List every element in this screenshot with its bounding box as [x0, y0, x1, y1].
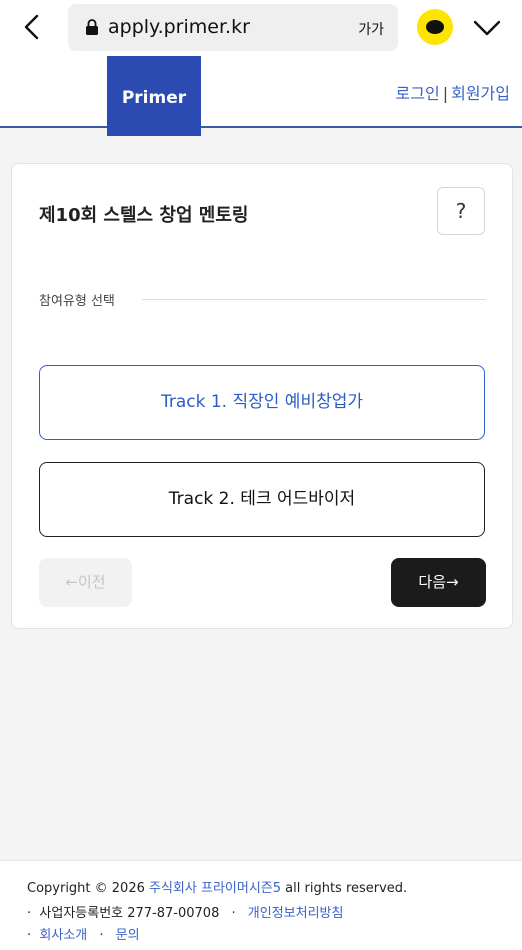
track-1-button[interactable]: Track 1. 직장인 예비창업가 — [39, 365, 485, 440]
address-bar[interactable]: apply.primer.kr 가가 — [68, 4, 398, 51]
lock-icon — [85, 19, 99, 35]
auth-links: 로그인 | 회원가입 — [396, 80, 510, 104]
section-divider — [142, 299, 486, 300]
auth-separator: | — [442, 84, 449, 103]
login-link[interactable]: 로그인 — [396, 84, 440, 103]
bullet: · — [27, 928, 32, 943]
signup-link[interactable]: 회원가입 — [451, 84, 510, 103]
bullet: · — [99, 928, 104, 943]
business-number: 사업자등록번호 277-87-00708 — [39, 906, 220, 921]
contact-link[interactable]: 문의 — [116, 928, 140, 943]
footer: Copyright © 2026 주식회사 프라이머시즌5 all rights… — [0, 860, 522, 950]
copyright-prefix: Copyright © 2026 — [27, 881, 145, 896]
site-header: Primer 로그인 | 회원가입 — [0, 56, 522, 136]
url-text: apply.primer.kr — [108, 16, 250, 38]
bullet: · — [231, 906, 236, 921]
company-link[interactable]: 주식회사 프라이머시즌5 — [149, 881, 281, 896]
copyright-line: Copyright © 2026 주식회사 프라이머시즌5 all rights… — [27, 877, 407, 896]
footer-links-line: · 회사소개 · 문의 — [27, 924, 140, 943]
back-arrow-icon[interactable] — [18, 12, 48, 42]
browser-toolbar: apply.primer.kr 가가 — [0, 0, 522, 56]
business-info-line: · 사업자등록번호 277-87-00708 · 개인정보처리방침 — [27, 902, 343, 921]
bullet: · — [27, 906, 32, 921]
next-button[interactable]: 다음→ — [391, 558, 486, 607]
program-title: 제10회 스텔스 창업 멘토링 — [39, 205, 249, 226]
participation-type-label: 참여유형 선택 — [39, 294, 115, 309]
application-card: 제10회 스텔스 창업 멘토링 ? 참여유형 선택 Track 1. 직장인 예… — [11, 163, 513, 629]
chevron-down-icon[interactable] — [470, 13, 504, 43]
about-link[interactable]: 회사소개 — [39, 928, 87, 943]
prev-button[interactable]: ←이전 — [39, 558, 132, 607]
primer-logo[interactable]: Primer — [107, 56, 201, 136]
copyright-suffix: all rights reserved. — [285, 881, 408, 896]
help-button[interactable]: ? — [437, 187, 485, 235]
track-2-button[interactable]: Track 2. 테크 어드바이저 — [39, 462, 485, 537]
kakao-talk-icon[interactable] — [417, 9, 453, 45]
text-size-button[interactable]: 가가 — [358, 19, 384, 39]
privacy-policy-link[interactable]: 개인정보처리방침 — [248, 906, 344, 921]
